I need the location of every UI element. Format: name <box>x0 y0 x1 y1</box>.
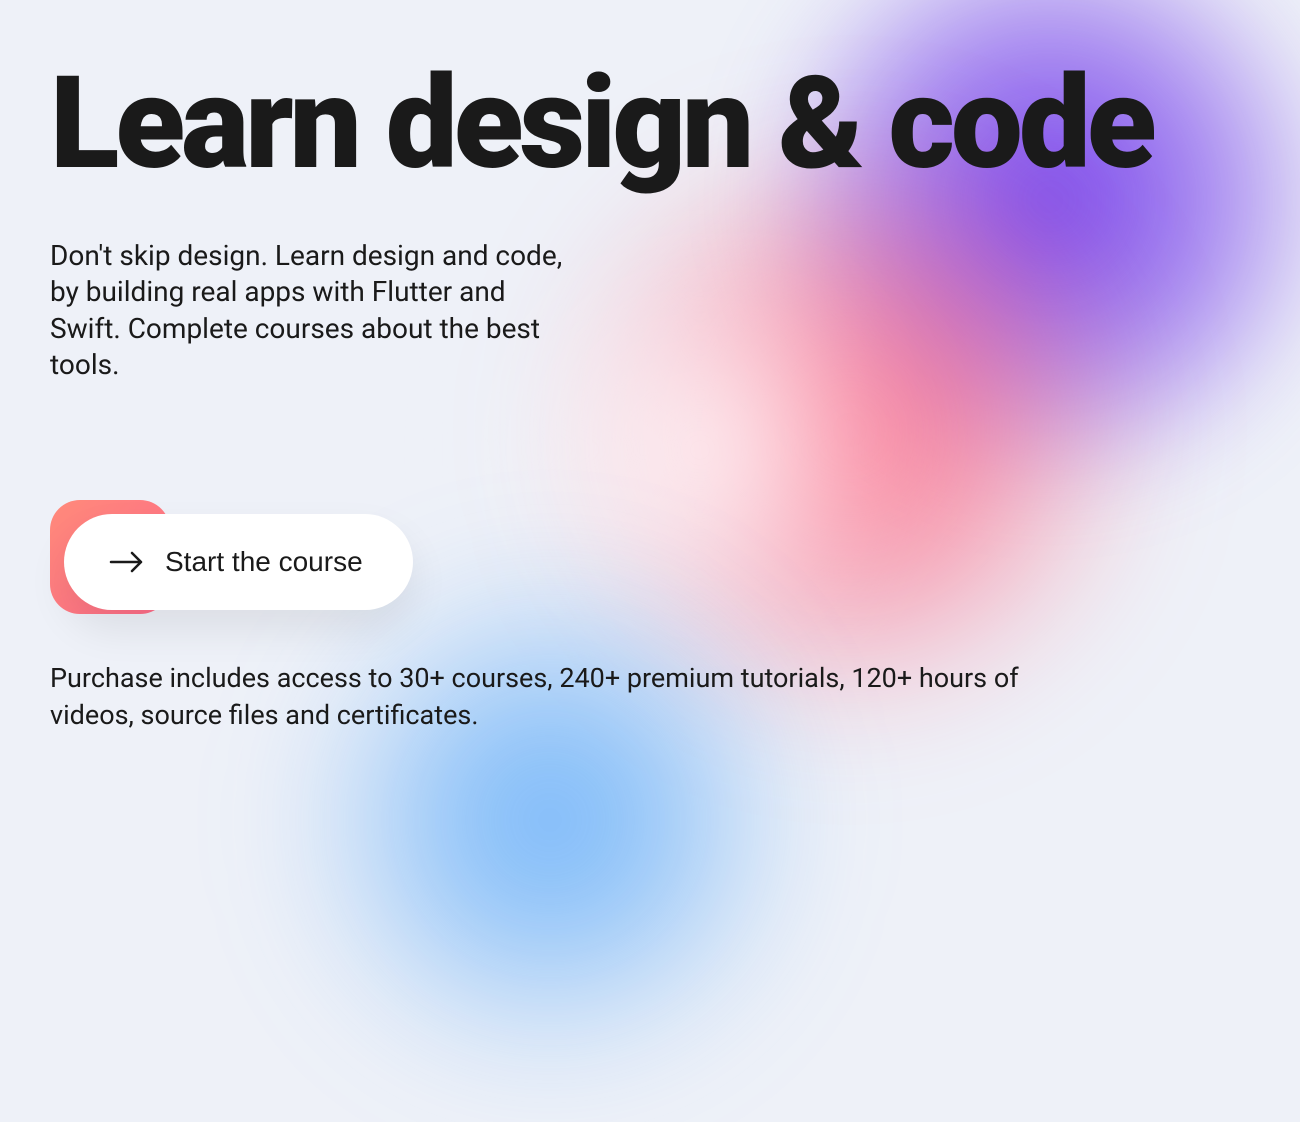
hero-description: Don't skip design. Learn design and code… <box>50 238 570 384</box>
arrow-right-icon <box>109 550 145 574</box>
hero-content: Learn design & code Don't skip design. L… <box>0 0 1300 795</box>
start-course-button[interactable]: Start the course <box>64 514 413 610</box>
hero-headline: Learn design & code <box>50 60 1250 188</box>
cta-button-label: Start the course <box>165 546 363 578</box>
cta-button-wrapper: Start the course <box>50 514 413 610</box>
purchase-info-text: Purchase includes access to 30+ courses,… <box>50 660 1100 736</box>
